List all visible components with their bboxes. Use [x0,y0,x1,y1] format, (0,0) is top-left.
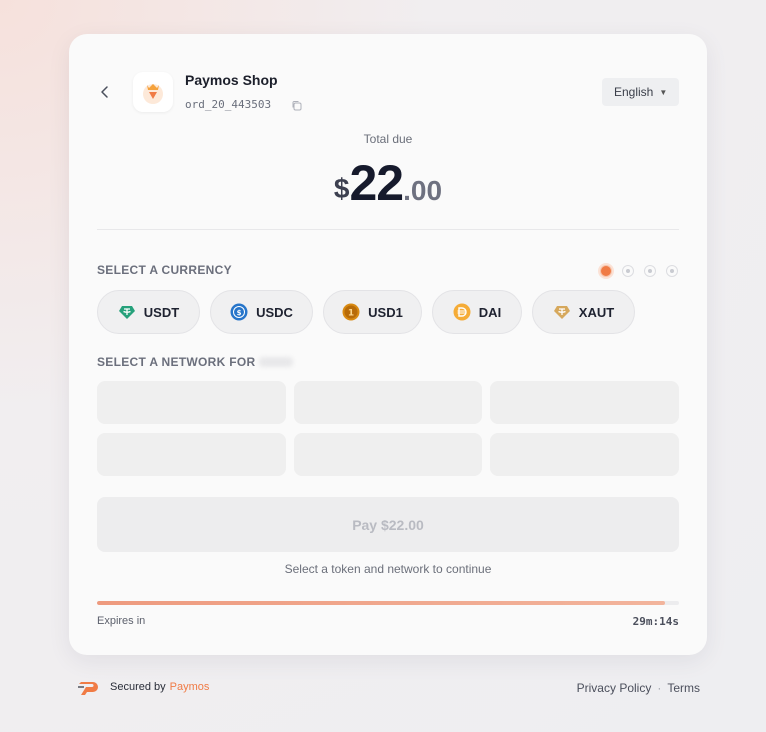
svg-text:$: $ [237,309,242,317]
network-token-placeholder [259,357,294,367]
checkout-card: Paymos Shop ord_20_443503 English ▼ Tota… [69,34,707,655]
order-id: ord_20_443503 [185,98,272,111]
copy-icon[interactable] [291,98,303,111]
currency-label: USDT [143,304,180,320]
back-arrow-icon[interactable] [99,84,111,100]
network-option-placeholder[interactable] [490,381,679,424]
currency-label: USD1 [368,304,403,320]
expiry-timer: 29m:14s [632,615,679,628]
network-section-text: SELECT A NETWORK FOR [97,355,256,369]
brand-link[interactable]: Paymos [170,681,210,693]
language-select[interactable]: English ▼ [602,78,679,106]
footer-separator: · [657,681,662,695]
currency-label: USDC [256,304,293,320]
currency-label: DAI [478,304,502,320]
step-dot-3 [644,265,656,277]
step-dot-2 [622,265,634,277]
secured-by-text: Secured by [110,681,166,693]
language-label: English [614,85,654,99]
currency-section-label: SELECT A CURRENCY [97,263,232,277]
expires-label: Expires in [97,615,146,627]
step-indicator [600,265,678,277]
shop-crown-icon [143,84,163,104]
network-option-placeholder[interactable] [294,381,482,424]
currency-label: XAUT [578,304,615,320]
currency-option-usdt[interactable]: USDT [97,290,200,334]
currency-option-dai[interactable]: DAI [432,290,522,334]
step-dot-1 [600,265,612,277]
currency-option-xaut[interactable]: XAUT [532,290,635,334]
svg-text:1: 1 [348,309,354,319]
step-dot-4 [666,265,678,277]
tether-icon [118,303,136,321]
currency-option-usdc[interactable]: $ USDC [210,290,313,334]
terms-link[interactable]: Terms [667,681,700,695]
network-option-placeholder[interactable] [294,433,482,476]
merchant-name: Paymos Shop [185,72,278,88]
tether-gold-icon [553,303,571,321]
dai-icon [453,303,471,321]
privacy-policy-link[interactable]: Privacy Policy [577,681,652,695]
paymos-logo-icon [78,679,102,695]
currency-symbol: $ [333,173,350,204]
total-amount: $22.00 [69,154,707,212]
expiry-progress-fill [97,601,666,605]
network-option-placeholder[interactable] [490,433,679,476]
expiry-progress-bar [97,601,679,605]
amount-decimal: .00 [403,175,443,206]
network-section-label: SELECT A NETWORK FOR [97,355,294,369]
usd1-icon: 1 [342,303,360,321]
secured-by: Secured by Paymos [78,679,209,695]
network-option-placeholder[interactable] [97,381,286,424]
currency-option-usd1[interactable]: 1 USD1 [323,290,422,334]
footer-links: Privacy Policy · Terms [577,681,700,695]
usdc-icon: $ [230,303,248,321]
merchant-logo [133,72,173,112]
pay-button[interactable]: Pay $22.00 [97,497,679,552]
amount-integer: 22 [349,155,405,211]
total-due-label: Total due [363,132,413,146]
helper-text: Select a token and network to continue [284,562,492,576]
network-option-placeholder[interactable] [97,433,286,476]
caret-down-icon: ▼ [659,87,668,97]
divider [97,229,679,230]
